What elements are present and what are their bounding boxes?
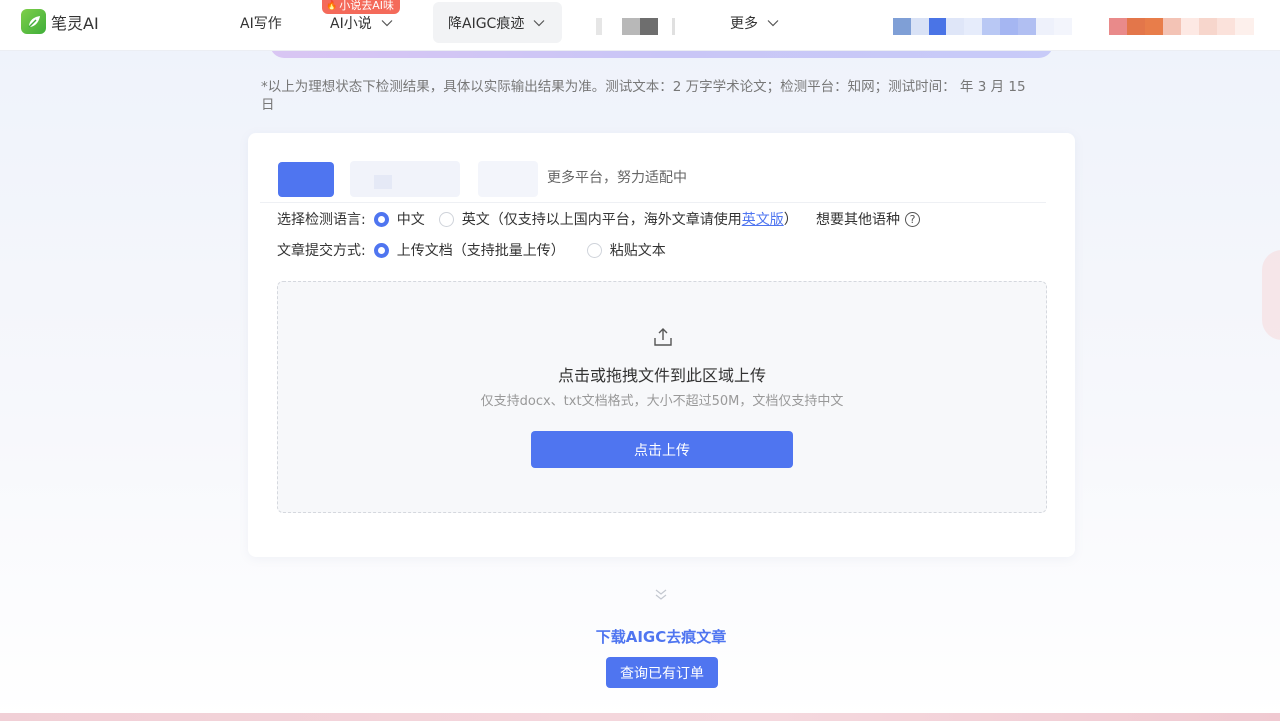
other-languages-label: 想要其他语种 bbox=[816, 212, 900, 228]
radio-chinese-label: 中文 bbox=[396, 212, 425, 228]
other-languages[interactable]: 想要其他语种 ? bbox=[816, 209, 920, 229]
upload-icon bbox=[654, 328, 672, 346]
query-orders-button[interactable]: 查询已有订单 bbox=[606, 657, 718, 688]
blurred-nav-item[interactable] bbox=[596, 18, 675, 35]
nav-reduce-aigc-label: 降AIGC痕迹 bbox=[448, 15, 525, 32]
platform-tabs: 更多平台，努力适配中 bbox=[278, 161, 1048, 199]
dropzone-subtitle: 仅支持docx、txt文档格式，大小不超过50M，文档仅支持中文 bbox=[480, 394, 844, 409]
radio-english[interactable]: 英文（仅支持以上国内平台，海外文章请使用 英文版） bbox=[438, 209, 798, 229]
radio-paste-text[interactable]: 粘贴文本 bbox=[586, 240, 666, 260]
platform-tab[interactable] bbox=[478, 161, 538, 197]
blurred-user-area[interactable] bbox=[1109, 18, 1254, 35]
upload-dropzone[interactable]: 点击或拖拽文件到此区域上传 仅支持docx、txt文档格式，大小不超过50M，文… bbox=[277, 281, 1047, 513]
english-version-link[interactable]: 英文版 bbox=[742, 209, 784, 229]
submit-method-options: 文章提交方式: 上传文档（支持批量上传） 粘贴文本 bbox=[277, 240, 666, 260]
detection-card: 更多平台，努力适配中 选择检测语言: 中文 英文（仅支持以上国内平台，海外文章请… bbox=[248, 133, 1075, 557]
platform-tab-selected[interactable] bbox=[278, 162, 334, 197]
platform-tab[interactable] bbox=[350, 161, 460, 197]
dropzone-title: 点击或拖拽文件到此区域上传 bbox=[557, 366, 766, 385]
nav-ai-writing-label: AI写作 bbox=[240, 15, 282, 32]
logo-text: 笔灵AI bbox=[51, 13, 99, 33]
nav-reduce-aigc[interactable]: 降AIGC痕迹 bbox=[433, 2, 562, 43]
divider bbox=[260, 202, 1046, 203]
logo[interactable]: 笔灵AI bbox=[21, 9, 99, 34]
radio-chinese[interactable]: 中文 bbox=[373, 209, 425, 229]
radio-dot bbox=[373, 211, 389, 227]
more-platforms-text: 更多平台，努力适配中 bbox=[547, 170, 687, 186]
nav-ai-novel[interactable]: AI小说 bbox=[330, 0, 394, 45]
chevron-down-icon bbox=[381, 19, 393, 26]
radio-english-label: 英文（仅支持以上国内平台，海外文章请使用 bbox=[461, 212, 742, 228]
radio-paste-label: 粘贴文本 bbox=[609, 243, 666, 259]
double-chevron-down-icon bbox=[655, 589, 667, 600]
chevron-down-icon bbox=[767, 19, 779, 26]
side-decoration bbox=[1262, 250, 1280, 340]
test-disclaimer: *以上为理想状态下检测结果，具体以实际输出结果为准。测试文本：2 万字学术论文；… bbox=[261, 79, 1026, 113]
footer-strip bbox=[0, 713, 1280, 721]
leaf-logo-icon bbox=[21, 9, 46, 34]
nav-ai-novel-label: AI小说 bbox=[330, 15, 372, 32]
radio-dot bbox=[438, 211, 454, 227]
blurred-search-area[interactable] bbox=[893, 18, 1072, 35]
download-section-title: 下载AIGC去痕文章 bbox=[595, 628, 727, 646]
language-label: 选择检测语言: bbox=[277, 212, 366, 228]
top-nav: 笔灵AI AI写作 🔥 小说去AI味 AI小说 降AIGC痕迹 更多 bbox=[0, 0, 1280, 51]
radio-english-suffix: ） bbox=[783, 212, 798, 228]
chevron-down-icon bbox=[533, 19, 545, 26]
nav-more[interactable]: 更多 bbox=[730, 0, 780, 45]
upload-button[interactable]: 点击上传 bbox=[531, 431, 793, 468]
radio-dot bbox=[373, 242, 389, 258]
language-options: 选择检测语言: 中文 英文（仅支持以上国内平台，海外文章请使用 英文版） bbox=[277, 209, 798, 229]
question-icon[interactable]: ? bbox=[905, 211, 920, 227]
radio-upload-document[interactable]: 上传文档（支持批量上传） bbox=[373, 240, 565, 260]
radio-upload-label: 上传文档（支持批量上传） bbox=[396, 243, 565, 259]
radio-dot bbox=[586, 242, 602, 258]
nav-more-label: 更多 bbox=[730, 15, 758, 32]
submit-method-label: 文章提交方式: bbox=[277, 243, 366, 259]
nav-ai-writing[interactable]: AI写作 bbox=[240, 0, 282, 45]
